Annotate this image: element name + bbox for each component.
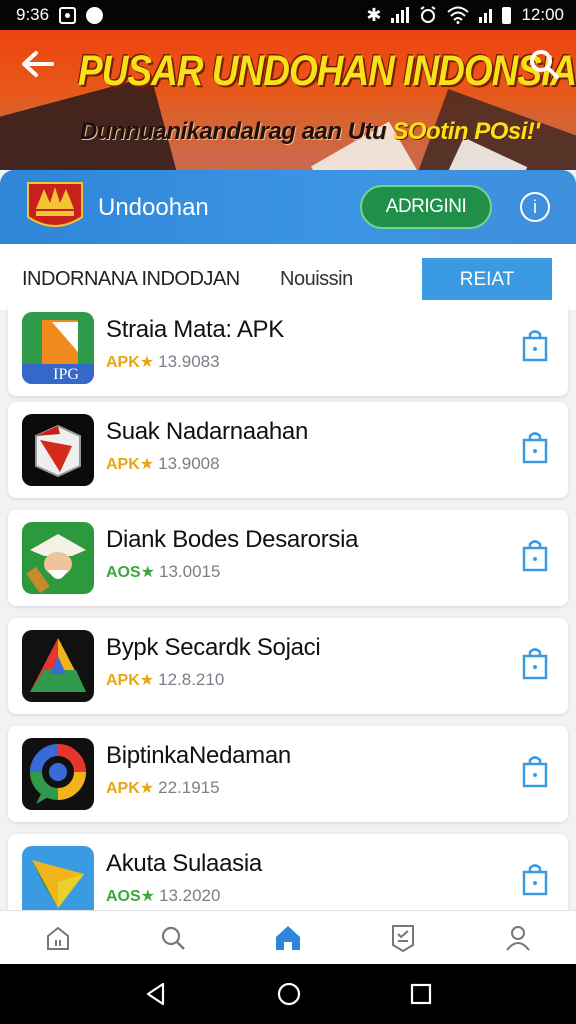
notification-icon (59, 6, 77, 24)
app-header: Undoohan ADRIGINI i (0, 170, 576, 244)
banner-subtitle-highlight: SOotin POsi!' (392, 118, 540, 145)
list-item[interactable]: IPG Straia Mata: APK APK★ 13.9083 (8, 300, 568, 396)
download-icon[interactable] (520, 430, 550, 466)
svg-text:IPG: IPG (53, 366, 79, 383)
search-icon (161, 926, 185, 950)
house-active-icon (275, 925, 300, 950)
home-circle-icon[interactable] (276, 981, 302, 1007)
battery-icon (502, 6, 512, 24)
app-title: BiptinkaNedaman (106, 742, 291, 769)
apk-badge: APK★ (106, 780, 155, 797)
nav-search[interactable] (143, 913, 203, 963)
apk-badge: APK★ (106, 456, 155, 473)
app-list: IPG Straia Mata: APK APK★ 13.9083 Suak Na… (0, 300, 576, 910)
profile-icon (506, 925, 531, 951)
apk-badge: APK★ (106, 354, 155, 371)
download-icon[interactable] (520, 862, 550, 898)
info-icon[interactable]: i (520, 192, 550, 222)
folded-arrow-icon (22, 846, 94, 910)
back-icon[interactable] (143, 981, 169, 1007)
download-icon[interactable] (520, 538, 550, 574)
download-icon[interactable] (520, 328, 550, 364)
register-button[interactable]: ADRIGINI (360, 185, 492, 229)
app-meta: APK★ 13.9083 (106, 352, 220, 372)
aos-badge: AOS★ (106, 564, 156, 581)
wifi-icon (447, 6, 470, 24)
list-item[interactable]: Bypk Secardk Sojaci APK★ 12.8.210 (8, 618, 568, 714)
app-size: 22.1915 (158, 778, 220, 797)
apk-badge: APK★ (106, 672, 155, 689)
search-icon[interactable] (526, 46, 562, 82)
character-face-icon (22, 522, 94, 594)
app-title: Bypk Secardk Sojaci (106, 634, 321, 661)
app-meta: AOS★ 13.0015 (106, 562, 220, 582)
app-title: Diank Bodes Desarorsia (106, 526, 359, 553)
back-arrow-icon[interactable] (18, 46, 58, 82)
banner-title: PUSAR UNDOHAN INDONSIA (78, 46, 576, 94)
app-title: Akuta Sulaasia (106, 850, 262, 877)
bluetooth-icon: ✱ (366, 5, 382, 25)
app-size: 13.9083 (158, 352, 220, 371)
recents-icon[interactable] (409, 982, 433, 1006)
list-item[interactable]: Akuta Sulaasia AOS★ 13.2020 (8, 834, 568, 910)
app-meta: APK★ 22.1915 (106, 778, 220, 798)
badge-icon (392, 924, 415, 952)
app-size: 12.8.210 (158, 670, 225, 689)
list-item[interactable]: BiptinkaNedaman APK★ 22.1915 (8, 726, 568, 822)
app-size: 13.2020 (159, 886, 221, 905)
sort-tab[interactable]: Nouissin (280, 268, 353, 291)
status-time-right: 12:00 (521, 5, 564, 24)
status-right: ✱ 12:00 (366, 5, 564, 25)
list-item[interactable]: Diank Bodes Desarorsia AOS★ 13.0015 (8, 510, 568, 606)
shield-box-icon (22, 414, 94, 486)
triangle-a-icon (22, 630, 94, 702)
nav-badge[interactable] (373, 913, 433, 963)
alarm-icon (420, 6, 437, 23)
aos-badge: AOS★ (106, 888, 156, 905)
app-meta: APK★ 13.9008 (106, 454, 220, 474)
app-name: Undoohan (98, 194, 209, 221)
status-time-left: 9:36 (16, 5, 50, 24)
download-icon[interactable] (520, 754, 550, 790)
status-left: 9:36 (16, 5, 104, 25)
app-meta: APK★ 12.8.210 (106, 670, 224, 690)
nav-store[interactable] (258, 913, 318, 963)
banner-subtitle-main: Dunnuanikandalrag aan Utu (80, 118, 393, 145)
app-title: Suak Nadarnaahan (106, 418, 309, 445)
nav-profile[interactable] (488, 913, 548, 963)
category-tab[interactable]: INDORNANA INDODJAN (22, 268, 240, 291)
list-item[interactable]: Suak Nadarnaahan APK★ 13.9008 (8, 402, 568, 498)
banner-subtitle: Dunnuanikandalrag aan Utu SOotin POsi!' (80, 118, 540, 146)
filter-button[interactable]: REIAT (422, 258, 552, 302)
app-logo-icon (27, 182, 83, 227)
location-ring-icon (22, 738, 94, 810)
app-size: 13.9008 (158, 454, 220, 473)
pg-book-icon: IPG (22, 312, 94, 384)
app-meta: AOS★ 13.2020 (106, 886, 220, 906)
download-icon[interactable] (520, 646, 550, 682)
status-bar: 9:36 ✱ 12:00 (0, 0, 576, 30)
app-notification-icon (86, 6, 104, 24)
app-size: 13.0015 (159, 562, 221, 581)
signal-icon (391, 7, 410, 23)
system-nav-bar (0, 964, 576, 1024)
home-icon (46, 926, 69, 950)
nav-home[interactable] (28, 913, 88, 963)
bottom-nav (0, 910, 576, 964)
app-title: Straia Mata: APK (106, 316, 284, 343)
cell-signal-icon (479, 7, 493, 23)
hero-banner: PUSAR UNDOHAN INDONSIA Dunnuanikandalrag… (0, 30, 576, 170)
